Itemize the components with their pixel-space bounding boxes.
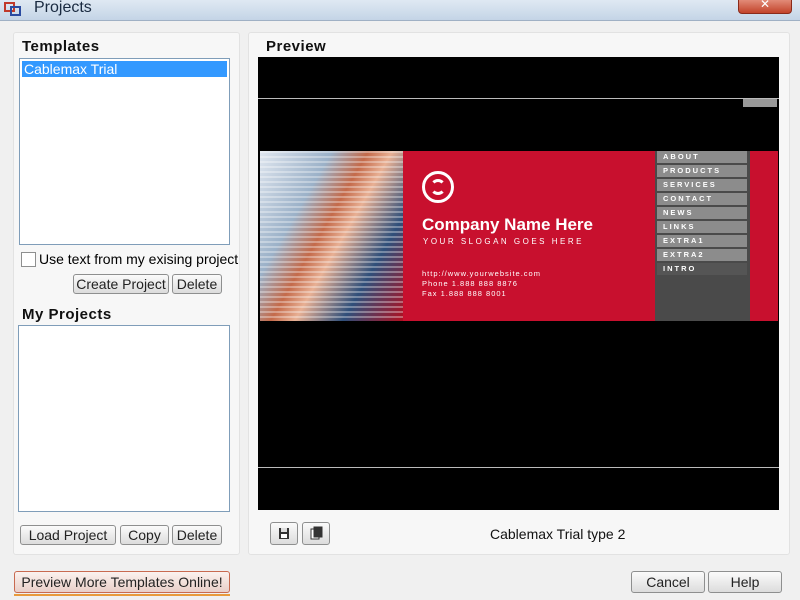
nav-extra2: EXTRA2 [657,249,747,261]
copy-project-button[interactable]: Copy [120,525,169,545]
floppy-disk-icon [279,528,289,539]
online-button-underline [14,594,230,596]
cancel-button[interactable]: Cancel [631,571,705,593]
app-icon [4,2,21,16]
use-existing-text-checkbox[interactable] [21,252,36,267]
preview-online-button[interactable]: Preview More Templates Online! [14,571,230,593]
nav-links: LINKS [657,221,747,233]
template-preview: Company Name Here YOUR SLOGAN GOES HERE … [258,57,779,510]
nav-services: SERVICES [657,179,747,191]
company-name: Company Name Here [422,215,594,234]
create-project-button[interactable]: Create Project [73,274,169,294]
swirl-logo-icon [422,171,454,203]
my-projects-list[interactable] [18,325,230,512]
delete-template-button[interactable]: Delete [172,274,222,294]
slogan: YOUR SLOGAN GOES HERE [423,237,584,246]
templates-label: Templates [22,38,100,55]
preview-caption: Cablemax Trial type 2 [490,526,626,542]
nav-products: PRODUCTS [657,165,747,177]
window-title: Projects [34,0,92,16]
copy-pages-icon [310,526,323,540]
banner-photo [260,151,403,321]
nav-extra1: EXTRA1 [657,235,747,247]
preview-label: Preview [266,38,327,55]
use-existing-text-label: Use text from my exising project [39,251,239,267]
preview-divider-top [258,98,779,99]
save-template-button[interactable] [270,522,298,545]
load-project-button[interactable]: Load Project [20,525,116,545]
copy-template-button[interactable] [302,522,330,545]
website-url: http://www.yourwebsite.com [422,269,541,278]
help-button[interactable]: Help [708,571,782,593]
nav-contact: CONTACT [657,193,747,205]
nav-intro: INTRO [657,263,747,275]
preview-banner: Company Name Here YOUR SLOGAN GOES HERE … [260,151,778,321]
photo-stripes [260,151,403,321]
nav-news: NEWS [657,207,747,219]
nav-about: ABOUT [657,151,747,163]
title-bar: Projects ✕ [0,0,800,21]
my-projects-label: My Projects [22,306,112,323]
close-button[interactable]: ✕ [738,0,792,14]
fax-line: Fax 1.888 888 8001 [422,289,507,298]
delete-project-button[interactable]: Delete [172,525,222,545]
preview-divider-bottom [258,467,779,468]
template-item-cablemax-trial[interactable]: Cablemax Trial [22,61,227,77]
preview-nav: ABOUT PRODUCTS SERVICES CONTACT NEWS LIN… [655,151,750,321]
phone-line: Phone 1.888 888 8876 [422,279,518,288]
preview-window-controls [743,99,777,107]
templates-list[interactable]: Cablemax Trial [19,58,230,245]
